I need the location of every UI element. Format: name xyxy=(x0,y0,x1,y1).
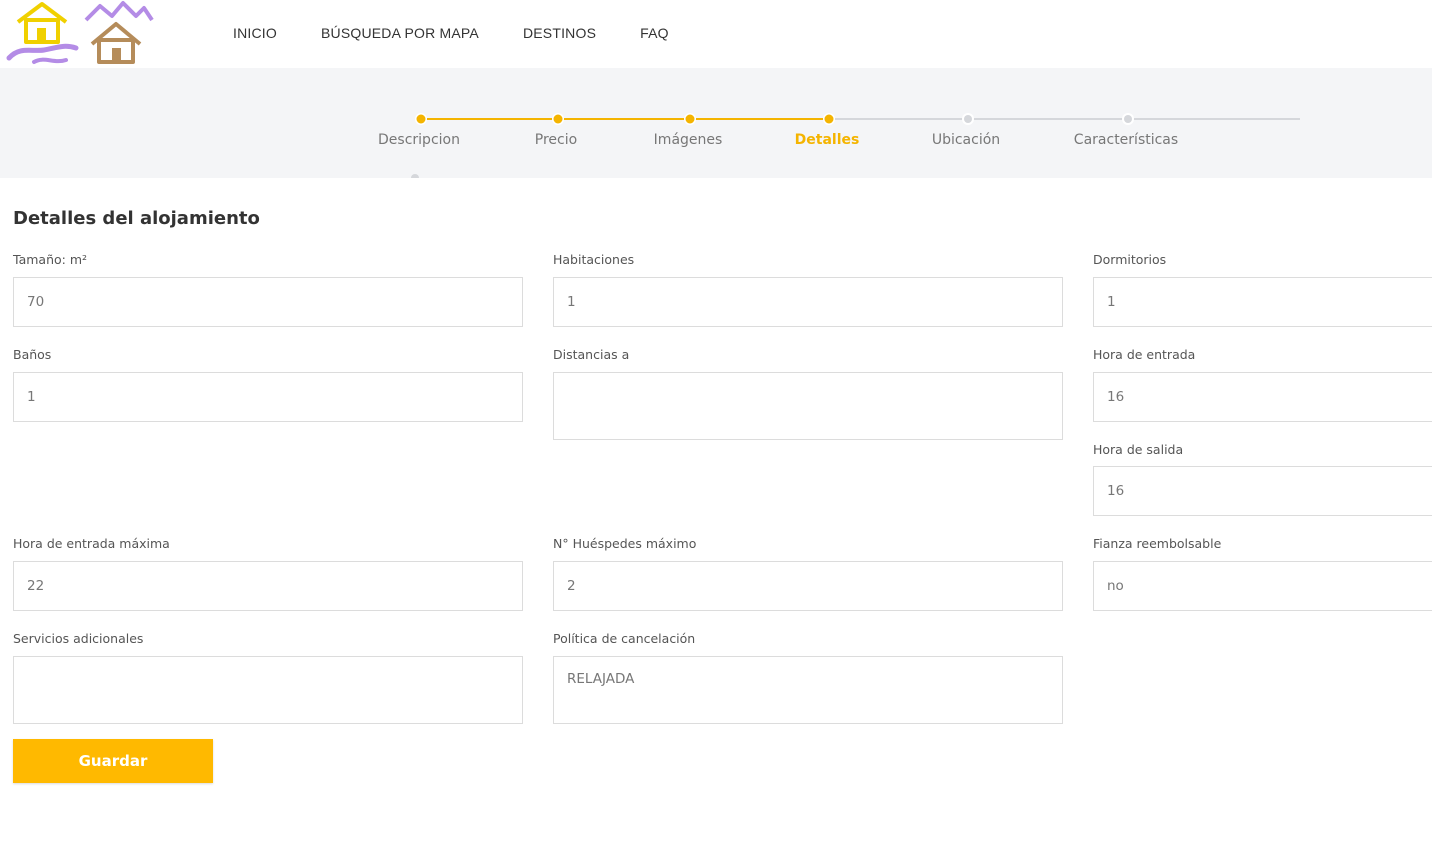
step-dot-detalles xyxy=(823,113,835,125)
max-checkin-input[interactable]: 22 xyxy=(13,561,523,611)
size-label: Tamaño: m² xyxy=(13,252,88,267)
bathrooms-label: Baños xyxy=(13,347,52,362)
step-progress-track xyxy=(411,113,1300,178)
extra-services-label: Servicios adicionales xyxy=(13,631,144,646)
waves-icon xyxy=(6,43,79,61)
bedrooms-label: Dormitorios xyxy=(1093,252,1167,267)
nav-item-busqueda-por-mapa[interactable]: BÚSQUEDA POR MAPA xyxy=(321,23,479,43)
deposit-label: Fianza reembolsable xyxy=(1093,536,1222,551)
distances-label: Distancias a xyxy=(553,347,630,362)
step-precio[interactable]: Precio xyxy=(535,132,577,148)
max-guests-label: N° Huéspedes máximo xyxy=(553,536,697,551)
main-nav: INICIO BÚSQUEDA POR MAPA DESTINOS FAQ xyxy=(233,23,713,43)
rooms-input[interactable]: 1 xyxy=(553,277,1063,327)
step-ubicacion[interactable]: Ubicación xyxy=(932,132,1000,148)
step-progress: Descripcion Precio Imágenes Detalles Ubi… xyxy=(0,68,1432,178)
step-dot-caracteristicas xyxy=(1122,113,1134,125)
scroll-indicator-dot xyxy=(411,174,419,178)
site-logo[interactable] xyxy=(6,0,156,68)
extra-services-textarea[interactable] xyxy=(13,656,523,724)
cancellation-label: Política de cancelación xyxy=(553,631,696,646)
top-header: INICIO BÚSQUEDA POR MAPA DESTINOS FAQ xyxy=(0,0,1432,68)
max-checkin-label: Hora de entrada máxima xyxy=(13,536,170,551)
deposit-input[interactable]: no xyxy=(1093,561,1432,611)
nav-item-inicio[interactable]: INICIO xyxy=(233,23,277,43)
checkin-input[interactable]: 16 xyxy=(1093,372,1432,422)
size-input[interactable]: 70 xyxy=(13,277,523,327)
mountains-icon xyxy=(84,1,154,22)
max-guests-input[interactable]: 2 xyxy=(553,561,1063,611)
step-dot-imagenes xyxy=(684,113,696,125)
checkout-input[interactable]: 16 xyxy=(1093,466,1432,516)
cancellation-textarea[interactable]: RELAJADA xyxy=(553,656,1063,724)
step-dot-precio xyxy=(552,113,564,125)
rooms-label: Habitaciones xyxy=(553,252,635,267)
step-detalles[interactable]: Detalles xyxy=(795,132,860,148)
bedrooms-input[interactable]: 1 xyxy=(1093,277,1432,327)
checkout-label: Hora de salida xyxy=(1093,442,1184,457)
distances-textarea[interactable] xyxy=(553,372,1063,440)
step-dot-descripcion xyxy=(415,113,427,125)
save-button[interactable]: Guardar xyxy=(13,739,213,783)
nav-item-faq[interactable]: FAQ xyxy=(640,23,669,43)
step-imagenes[interactable]: Imágenes xyxy=(654,132,723,148)
step-descripcion[interactable]: Descripcion xyxy=(378,132,460,148)
checkin-label: Hora de entrada xyxy=(1093,347,1196,362)
step-dot-ubicacion xyxy=(962,113,974,125)
step-caracteristicas[interactable]: Características xyxy=(1074,132,1178,148)
form-title: Detalles del alojamiento xyxy=(13,208,260,229)
bathrooms-input[interactable]: 1 xyxy=(13,372,523,422)
nav-item-destinos[interactable]: DESTINOS xyxy=(523,23,596,43)
